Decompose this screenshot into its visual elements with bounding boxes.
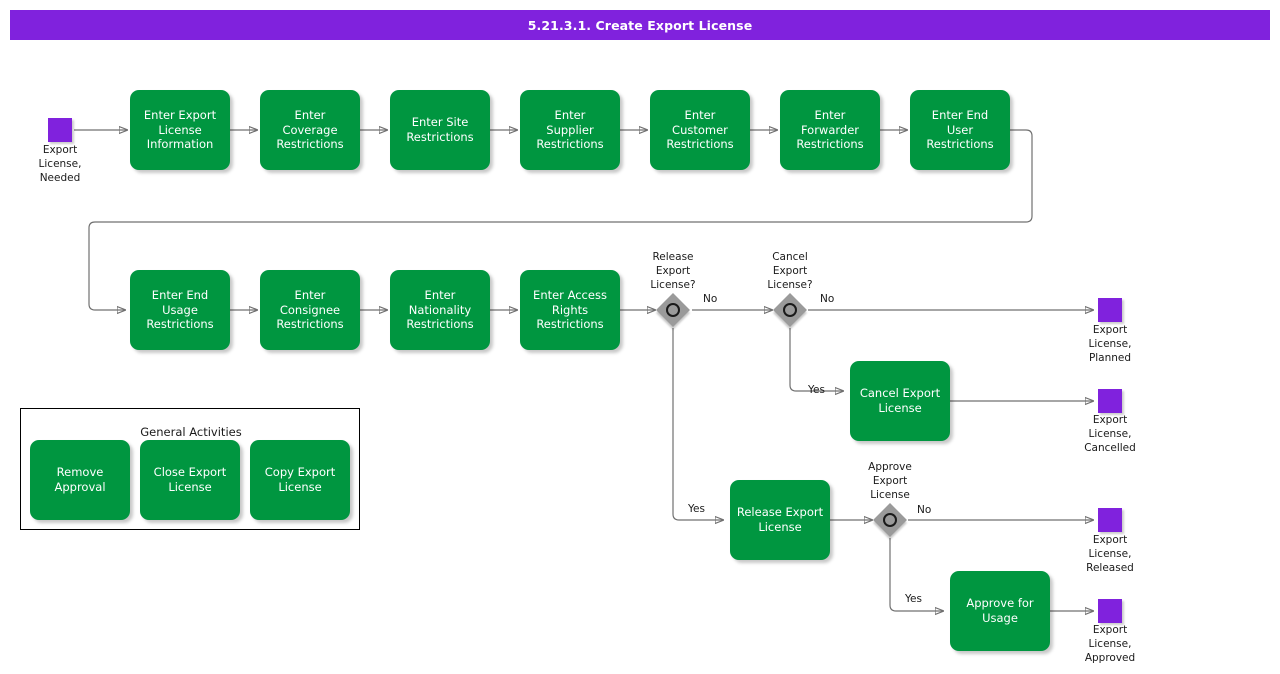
edge-label-release-yes: Yes — [688, 503, 705, 515]
task-close-export-license[interactable]: Close Export License — [140, 440, 240, 520]
page-title: 5.21.3.1. Create Export License — [527, 17, 753, 33]
edge-label-approve-yes: Yes — [905, 593, 922, 605]
edge-label-cancel-no: No — [820, 293, 835, 305]
task-remove-approval[interactable]: Remove Approval — [30, 440, 130, 520]
task-enter-export-license-information[interactable]: Enter Export License Information — [130, 90, 230, 170]
task-copy-export-license[interactable]: Copy Export License — [250, 440, 350, 520]
end-event-export-license-released[interactable] — [1098, 508, 1122, 532]
task-enter-access-rights-restrictions[interactable]: Enter Access Rights Restrictions — [520, 270, 620, 350]
start-event-export-license-needed[interactable] — [48, 118, 72, 142]
task-approve-for-usage[interactable]: Approve for Usage — [950, 571, 1050, 651]
task-release-export-license[interactable]: Release Export License — [730, 480, 830, 560]
gateway-event-ring-icon — [783, 303, 797, 317]
flow-release-yes-to-release-task — [672, 328, 723, 520]
gateway-event-ring-icon — [666, 303, 680, 317]
gateway-cancel-export-license[interactable] — [773, 293, 807, 327]
diagram-title-bar: 5.21.3.1. Create Export License — [10, 10, 1270, 40]
end-event-export-license-approved[interactable] — [1098, 599, 1122, 623]
task-cancel-export-license[interactable]: Cancel Export License — [850, 361, 950, 441]
task-enter-coverage-restrictions[interactable]: Enter Coverage Restrictions — [260, 90, 360, 170]
general-activities-title: General Activities — [140, 425, 242, 439]
end-event-released-label: Export License, Released — [1086, 534, 1134, 574]
gateway-release-export-license-label: Release Export License? — [650, 251, 696, 291]
gateway-release-export-license[interactable] — [656, 293, 690, 327]
edge-label-approve-no: No — [917, 504, 932, 516]
gateway-approve-export-license[interactable] — [873, 503, 907, 537]
gateway-cancel-export-license-label: Cancel Export License? — [767, 251, 813, 291]
task-enter-supplier-restrictions[interactable]: Enter Supplier Restrictions — [520, 90, 620, 170]
task-enter-end-usage-restrictions[interactable]: Enter End Usage Restrictions — [130, 270, 230, 350]
task-enter-customer-restrictions[interactable]: Enter Customer Restrictions — [650, 90, 750, 170]
end-event-cancelled-label: Export License, Cancelled — [1084, 414, 1136, 454]
start-event-label: Export License, Needed — [38, 144, 82, 184]
end-event-export-license-planned[interactable] — [1098, 298, 1122, 322]
task-enter-site-restrictions[interactable]: Enter Site Restrictions — [390, 90, 490, 170]
gateway-event-ring-icon — [883, 513, 897, 527]
end-event-approved-label: Export License, Approved — [1084, 624, 1136, 664]
edge-label-cancel-yes: Yes — [808, 384, 825, 396]
task-enter-end-user-restrictions[interactable]: Enter End User Restrictions — [910, 90, 1010, 170]
end-event-export-license-cancelled[interactable] — [1098, 389, 1122, 413]
end-event-planned-label: Export License, Planned — [1088, 324, 1132, 364]
edge-label-release-no: No — [703, 293, 718, 305]
flow-cancel-yes-to-cancel-task — [789, 328, 843, 391]
task-enter-consignee-restrictions[interactable]: Enter Consignee Restrictions — [260, 270, 360, 350]
gateway-approve-export-license-label: Approve Export License — [868, 461, 912, 501]
task-enter-nationality-restrictions[interactable]: Enter Nationality Restrictions — [390, 270, 490, 350]
task-enter-forwarder-restrictions[interactable]: Enter Forwarder Restrictions — [780, 90, 880, 170]
